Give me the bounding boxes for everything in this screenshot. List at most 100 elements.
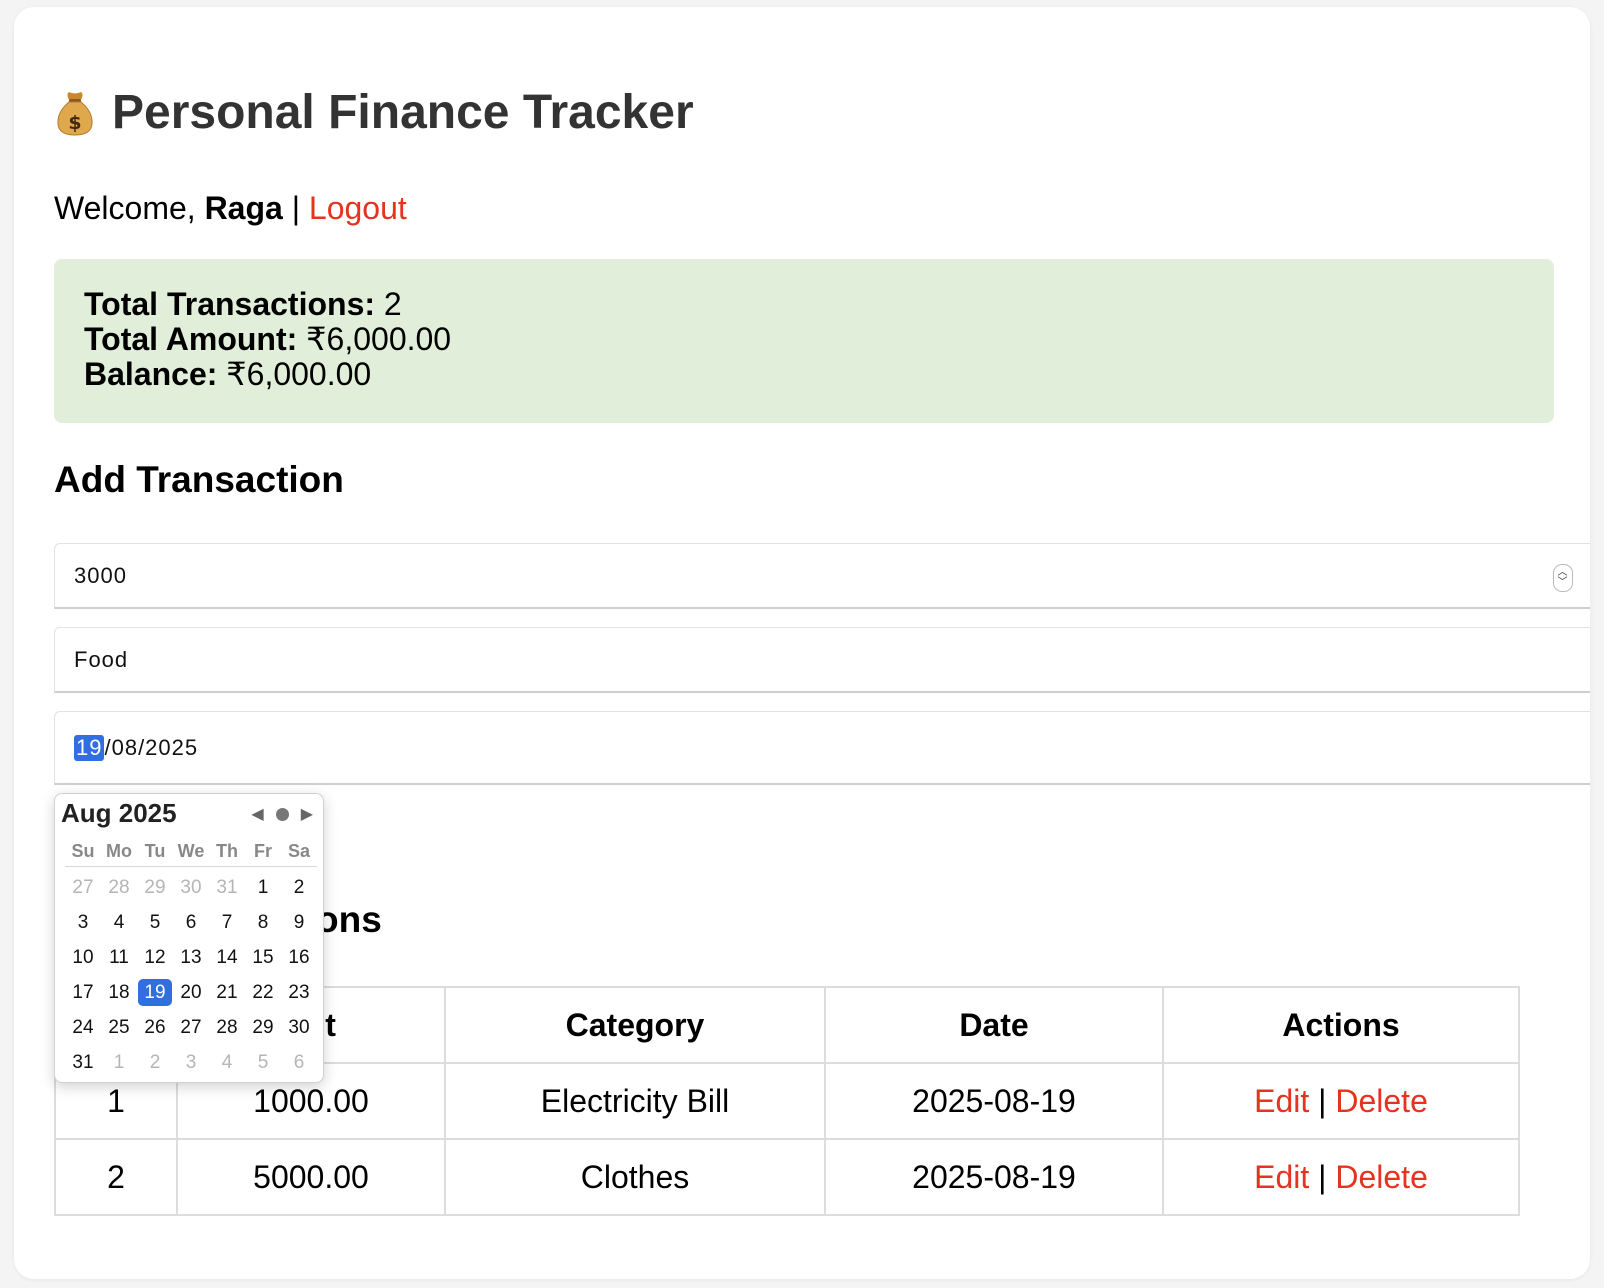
calendar-day[interactable]: 30 — [173, 874, 209, 901]
calendar-day[interactable]: 3 — [65, 909, 101, 936]
spinner-down-icon[interactable]: ﹀ — [1558, 578, 1569, 588]
summary-total-transactions: Total Transactions: 2 — [84, 287, 1524, 322]
summary-total-amount: Total Amount: ₹6,000.00 — [84, 322, 1524, 357]
calendar-day[interactable]: 1 — [101, 1049, 137, 1076]
calendar-day[interactable]: 29 — [245, 1014, 281, 1041]
welcome-separator: | — [282, 190, 309, 226]
row-category: Clothes — [444, 1138, 826, 1216]
calendar-grid: Su Mo Tu We Th Fr Sa 27 28 29 30 31 1 2 … — [65, 837, 317, 1080]
next-month-icon[interactable]: ▶ — [301, 804, 313, 824]
calendar-day[interactable]: 3 — [173, 1049, 209, 1076]
welcome-prefix: Welcome, — [54, 190, 205, 226]
category-input-value: Food — [74, 646, 129, 672]
calendar-day[interactable]: 31 — [65, 1049, 101, 1076]
calendar-day[interactable]: 26 — [137, 1014, 173, 1041]
date-picker-popup: Aug 2025 ◀ ▶ Su Mo Tu We Th Fr Sa 27 28 … — [54, 793, 324, 1083]
calendar-day-selected[interactable]: 19 — [138, 979, 172, 1006]
app-title: Personal Finance Tracker — [112, 86, 694, 139]
calendar-day[interactable]: 29 — [137, 874, 173, 901]
column-header-category: Category — [444, 986, 826, 1064]
calendar-nav: ◀ ▶ — [251, 804, 313, 824]
calendar-day[interactable]: 11 — [101, 944, 137, 971]
calendar-day[interactable]: 22 — [245, 979, 281, 1006]
calendar-day[interactable]: 13 — [173, 944, 209, 971]
action-separator: | — [1309, 1082, 1336, 1119]
calendar-day[interactable]: 21 — [209, 979, 245, 1006]
transactions-heading-text: ons — [316, 899, 382, 940]
weekday-label: Tu — [144, 841, 166, 861]
calendar-day[interactable]: 4 — [209, 1049, 245, 1076]
calendar-week-row: 3 4 5 6 7 8 9 — [65, 905, 317, 940]
calendar-day[interactable]: 2 — [137, 1049, 173, 1076]
date-rest-segment[interactable]: /08/2025 — [104, 735, 198, 761]
calendar-day[interactable]: 1 — [245, 874, 281, 901]
calendar-day[interactable]: 25 — [101, 1014, 137, 1041]
calendar-day[interactable]: 27 — [65, 874, 101, 901]
money-bag-icon: $ — [56, 90, 94, 136]
calendar-day[interactable]: 8 — [245, 909, 281, 936]
calendar-day[interactable]: 24 — [65, 1014, 101, 1041]
calendar-day[interactable]: 17 — [65, 979, 101, 1006]
action-separator: | — [1309, 1158, 1336, 1195]
summary-box: Total Transactions: 2 Total Amount: ₹6,0… — [54, 259, 1554, 423]
total-amount-value: ₹6,000.00 — [306, 321, 452, 357]
logout-link[interactable]: Logout — [309, 190, 407, 226]
calendar-month-label: Aug 2025 — [61, 798, 177, 828]
weekday-label: Sa — [287, 841, 311, 861]
calendar-day[interactable]: 5 — [137, 909, 173, 936]
username: Raga — [204, 190, 283, 226]
row-date: 2025-08-19 — [824, 1062, 1164, 1140]
calendar-day[interactable]: 6 — [173, 909, 209, 936]
calendar-day[interactable]: 10 — [65, 944, 101, 971]
total-transactions-label: Total Transactions: — [84, 286, 376, 322]
calendar-day[interactable]: 20 — [173, 979, 209, 1006]
calendar-day[interactable]: 28 — [209, 1014, 245, 1041]
calendar-day[interactable]: 7 — [209, 909, 245, 936]
calendar-day[interactable]: 30 — [281, 1014, 317, 1041]
prev-month-icon[interactable]: ◀ — [251, 804, 263, 824]
calendar-day[interactable]: 23 — [281, 979, 317, 1006]
calendar-day[interactable]: 2 — [281, 874, 317, 901]
today-dot-icon[interactable] — [275, 807, 289, 821]
svg-text:$: $ — [68, 112, 81, 134]
calendar-day[interactable]: 16 — [281, 944, 317, 971]
weekday-label: Mo — [106, 841, 132, 861]
calendar-day[interactable]: 5 — [245, 1049, 281, 1076]
row-actions: Edit | Delete — [1162, 1138, 1520, 1216]
row-actions: Edit | Delete — [1162, 1062, 1520, 1140]
calendar-week-row: 10 11 12 13 14 15 16 — [65, 940, 317, 975]
date-input[interactable]: 19/08/2025 — [54, 711, 1590, 785]
delete-link[interactable]: Delete — [1335, 1083, 1428, 1119]
total-amount-label: Total Amount: — [84, 321, 298, 357]
calendar-week-row: 17 18 19 20 21 22 23 — [65, 975, 317, 1010]
calendar-weekday-row: Su Mo Tu We Th Fr Sa — [65, 837, 317, 867]
summary-balance: Balance: ₹6,000.00 — [84, 357, 1524, 392]
calendar-day[interactable]: 12 — [137, 944, 173, 971]
edit-link[interactable]: Edit — [1254, 1159, 1309, 1195]
row-id: 2 — [54, 1138, 178, 1216]
calendar-day[interactable]: 27 — [173, 1014, 209, 1041]
calendar-day[interactable]: 9 — [281, 909, 317, 936]
delete-link[interactable]: Delete — [1335, 1159, 1428, 1195]
calendar-day[interactable]: 6 — [281, 1049, 317, 1076]
calendar-day[interactable]: 4 — [101, 909, 137, 936]
row-date: 2025-08-19 — [824, 1138, 1164, 1216]
row-category: Electricity Bill — [444, 1062, 826, 1140]
table-row: 2 5000.00 Clothes 2025-08-19 Edit | Dele… — [54, 1138, 1520, 1216]
calendar-day[interactable]: 18 — [101, 979, 137, 1006]
weekday-label: Su — [71, 841, 95, 861]
category-input[interactable]: Food — [54, 627, 1590, 693]
number-spinner-icon[interactable]: ︿ ﹀ — [1553, 564, 1573, 592]
page-title: $ Personal Finance Tracker — [56, 85, 694, 140]
calendar-day[interactable]: 28 — [101, 874, 137, 901]
date-day-segment[interactable]: 19 — [74, 734, 105, 761]
weekday-label: Fr — [254, 841, 272, 861]
calendar-day[interactable]: 14 — [209, 944, 245, 971]
calendar-day[interactable]: 15 — [245, 944, 281, 971]
edit-link[interactable]: Edit — [1254, 1083, 1309, 1119]
weekday-label: We — [177, 841, 205, 861]
amount-input[interactable]: 3000 ︿ ﹀ — [54, 543, 1590, 609]
balance-value: ₹6,000.00 — [226, 356, 372, 392]
calendar-day[interactable]: 31 — [209, 874, 245, 901]
calendar-week-row: 24 25 26 27 28 29 30 — [65, 1010, 317, 1045]
